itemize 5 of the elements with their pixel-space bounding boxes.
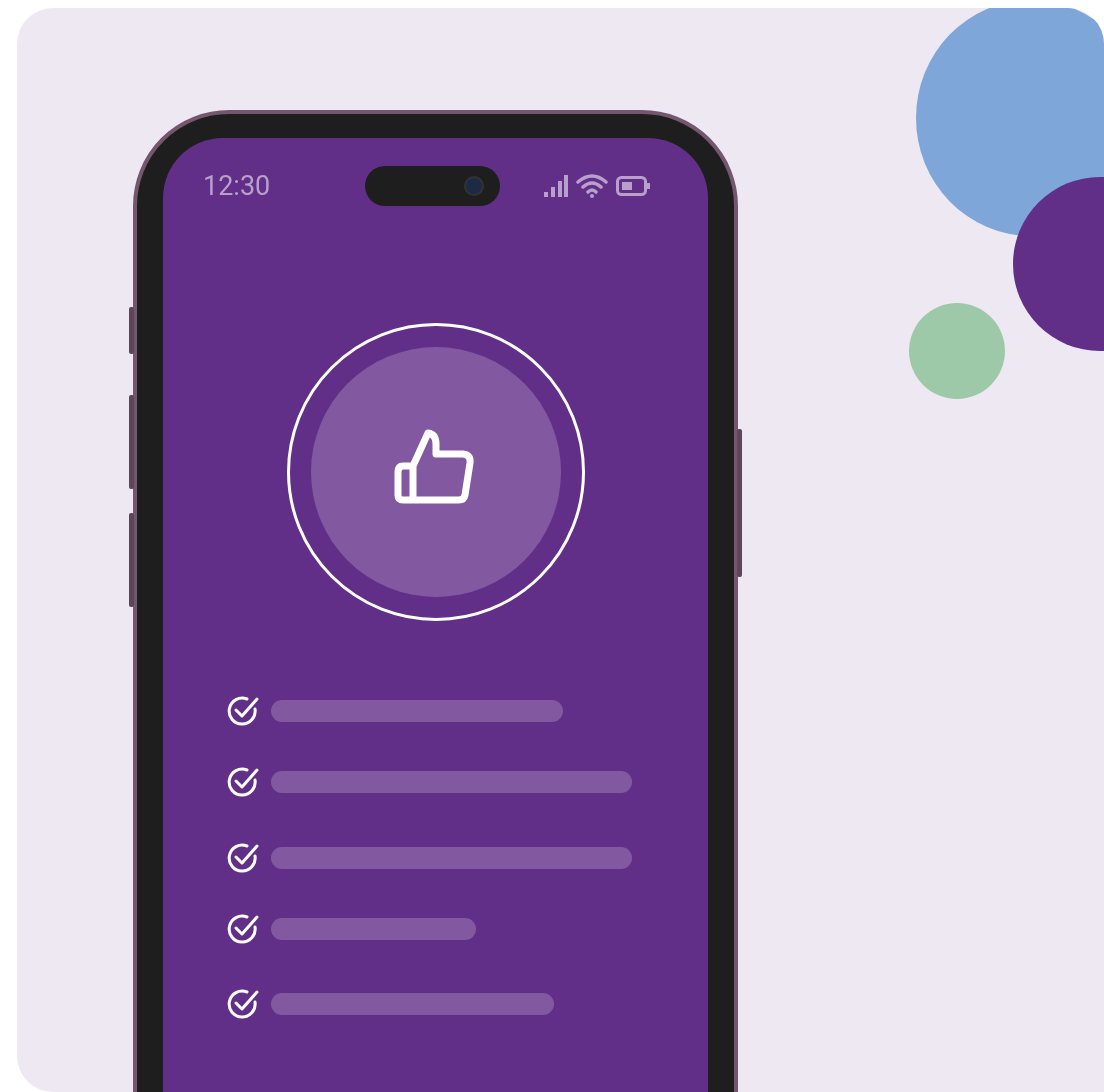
signal-icon [544, 175, 568, 197]
battery-icon [616, 176, 650, 196]
wifi-icon [576, 174, 608, 198]
camera-icon [464, 176, 484, 196]
clock-time: 12:30 [203, 170, 272, 202]
